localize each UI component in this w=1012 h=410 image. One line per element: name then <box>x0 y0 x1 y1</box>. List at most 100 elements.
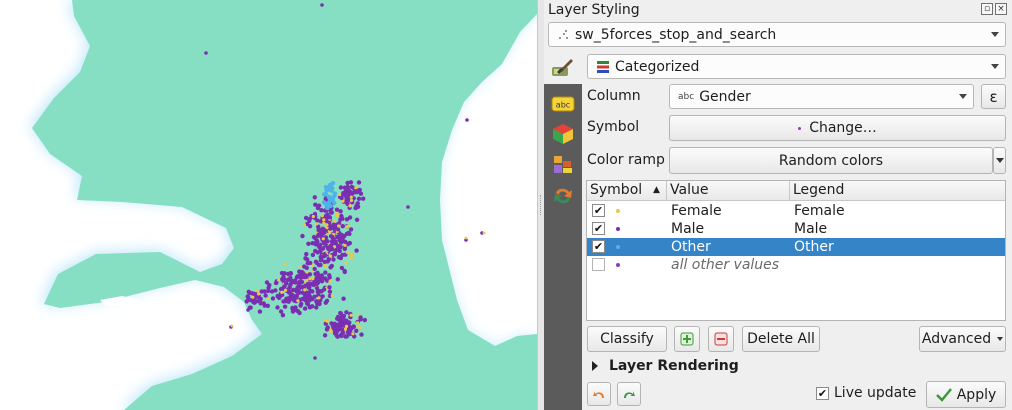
map-point <box>322 333 328 338</box>
map-point <box>315 278 321 284</box>
map-point <box>319 273 324 278</box>
map-point <box>244 299 249 304</box>
redo-button[interactable] <box>617 382 641 406</box>
renderer-select[interactable]: Categorized <box>587 54 1006 79</box>
symbol-preview-icon <box>798 126 802 130</box>
row-value: Other <box>671 239 711 255</box>
map-point <box>344 310 349 315</box>
live-update-label[interactable]: Live update <box>834 385 916 401</box>
map-point <box>323 264 327 268</box>
map-point <box>307 224 313 229</box>
map-point <box>322 192 327 197</box>
column-select[interactable]: abc Gender <box>669 84 974 109</box>
header-symbol-label: Symbol <box>590 182 643 198</box>
history-icon[interactable] <box>551 184 575 208</box>
row-checkbox[interactable] <box>592 258 605 271</box>
land-mass <box>32 0 537 410</box>
map-point <box>331 257 336 262</box>
expression-button[interactable]: ε <box>981 84 1006 109</box>
row-checkbox[interactable]: ✔ <box>592 240 605 253</box>
map-point <box>287 284 292 290</box>
change-symbol-button[interactable]: Change… <box>669 115 1006 141</box>
map-point <box>323 270 328 275</box>
color-ramp-menu-button[interactable] <box>993 147 1006 174</box>
map-point <box>354 248 359 253</box>
undo-button[interactable] <box>587 382 611 406</box>
remove-category-button[interactable] <box>708 326 734 352</box>
diagrams-icon[interactable] <box>551 152 575 176</box>
map-point <box>344 231 350 236</box>
table-row[interactable]: ✔ Male Male <box>587 220 1005 238</box>
map-point <box>337 224 341 228</box>
svg-text:abc: abc <box>556 101 570 110</box>
map-point <box>308 281 314 287</box>
map-point <box>327 285 332 290</box>
close-panel-icon[interactable]: × <box>995 3 1007 15</box>
row-checkbox[interactable]: ✔ <box>592 204 605 217</box>
add-category-button[interactable] <box>674 326 700 352</box>
map-point <box>327 215 332 220</box>
map-point <box>349 184 354 190</box>
symbol-swatch-icon[interactable] <box>616 263 620 267</box>
labels-icon[interactable]: abc <box>551 92 575 116</box>
live-update-checkbox[interactable]: ✔ <box>816 387 829 400</box>
map-point <box>315 233 321 239</box>
map-point <box>319 256 324 261</box>
classify-button[interactable]: Classify <box>587 326 667 352</box>
map-point <box>349 313 353 317</box>
delete-all-button[interactable]: Delete All <box>742 326 820 352</box>
dock-splitter[interactable] <box>537 0 544 410</box>
map-point <box>275 294 280 299</box>
layer-rendering-label[interactable]: Layer Rendering <box>609 358 739 374</box>
table-row[interactable]: all other values <box>587 256 1005 274</box>
map-point <box>338 192 342 197</box>
map-point <box>340 224 345 229</box>
map-point <box>310 252 316 258</box>
3d-view-icon[interactable] <box>551 122 575 146</box>
map-point <box>324 327 330 332</box>
symbol-swatch-icon[interactable] <box>616 245 620 249</box>
map-point <box>295 274 300 279</box>
map-point <box>304 265 309 271</box>
map-point <box>357 187 362 193</box>
map-point <box>356 321 360 325</box>
header-symbol[interactable]: Symbol ▲ <box>587 181 667 201</box>
advanced-button[interactable]: Advanced <box>919 326 1006 352</box>
map-canvas[interactable] <box>0 0 537 410</box>
symbol-swatch-icon[interactable] <box>616 227 620 231</box>
map-point <box>356 196 362 201</box>
map-point <box>339 232 344 238</box>
expand-arrow-icon[interactable] <box>592 361 598 371</box>
map-point <box>313 356 317 360</box>
chevron-down-icon <box>995 158 1004 163</box>
table-header: Symbol ▲ Value Legend <box>587 181 1005 201</box>
map-point <box>312 266 317 272</box>
map-point <box>303 256 308 261</box>
map-point <box>263 293 268 298</box>
map-point <box>341 296 346 301</box>
color-ramp-button[interactable]: Random colors <box>669 147 993 174</box>
symbol-swatch-icon[interactable] <box>616 209 620 213</box>
map-point <box>257 309 263 314</box>
row-checkbox[interactable]: ✔ <box>592 222 605 235</box>
table-row[interactable]: ✔ Female Female <box>587 202 1005 220</box>
style-sidebar: abc <box>544 84 582 410</box>
table-row-selected[interactable]: ✔ Other Other <box>587 238 1005 256</box>
header-value[interactable]: Value <box>667 181 790 201</box>
map-point <box>320 3 324 7</box>
layer-select[interactable]: sw_5forces_stop_and_search <box>548 22 1006 47</box>
apply-button[interactable]: Apply <box>926 381 1006 408</box>
map-point <box>313 248 318 254</box>
layer-name: sw_5forces_stop_and_search <box>575 26 777 43</box>
row-legend: Male <box>794 221 828 237</box>
categorized-icon <box>597 60 609 73</box>
map-point <box>345 225 349 229</box>
map-point <box>315 222 319 226</box>
float-panel-icon[interactable]: ▫ <box>981 3 993 15</box>
map-point <box>273 280 279 286</box>
map-point <box>230 324 234 328</box>
map-point <box>312 294 317 299</box>
paintbrush-icon[interactable] <box>550 56 574 80</box>
header-legend[interactable]: Legend <box>790 181 1007 201</box>
map-point <box>351 324 356 329</box>
